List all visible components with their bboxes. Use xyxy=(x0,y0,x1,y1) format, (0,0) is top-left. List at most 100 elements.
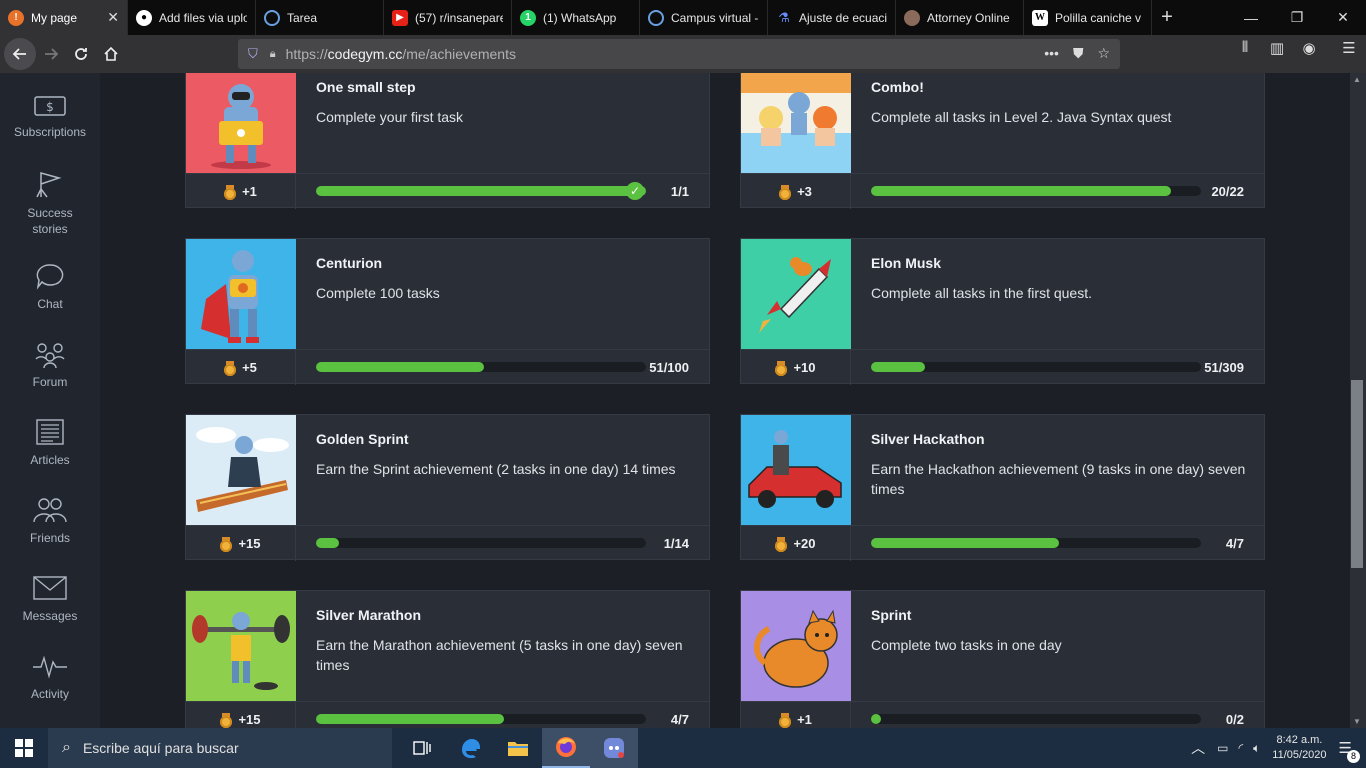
achievement-title: Sprint xyxy=(871,607,912,623)
tab-tarea[interactable]: Tarea xyxy=(256,0,384,35)
search-placeholder: Escribe aquí para buscar xyxy=(82,740,239,756)
tab-label: Tarea xyxy=(287,10,318,25)
reload-icon xyxy=(75,48,87,60)
progress-count: 51/309 xyxy=(1204,360,1244,375)
page-scrollbar[interactable]: ▲ ▼ xyxy=(1350,73,1366,728)
bookmark-star-icon[interactable]: ☆ xyxy=(1097,45,1110,62)
tab-label: My page xyxy=(31,10,78,25)
articles-icon xyxy=(36,419,64,445)
scroll-up-icon[interactable]: ▲ xyxy=(1353,75,1361,84)
battery-icon[interactable]: ▭ xyxy=(1217,741,1228,755)
maximize-button[interactable]: ❐ xyxy=(1274,0,1320,35)
shield-icon[interactable]: ⛉ xyxy=(248,46,258,62)
achievement-card-combo: Combo! Complete all tasks in Level 2. Ja… xyxy=(740,73,1265,209)
progress-count: 1/14 xyxy=(663,536,689,551)
reward-badge: +1 xyxy=(186,174,296,209)
progress-bar xyxy=(316,538,646,548)
achievement-card-one-small-step: One small step Complete your first task … xyxy=(185,73,710,209)
start-button[interactable] xyxy=(0,728,48,768)
taskbar-search-input[interactable]: ⌕ Escribe aquí para buscar xyxy=(48,728,392,768)
tab-ajuste[interactable]: ⚗ Ajuste de ecuaci xyxy=(768,0,896,35)
tab-whatsapp[interactable]: 1 (1) WhatsApp xyxy=(512,0,640,35)
achievement-card-elon-musk: Elon Musk Complete all tasks in the firs… xyxy=(740,238,1265,385)
sidebar-item-label: Forum xyxy=(32,375,68,389)
achievement-card-centurion: Centurion Complete 100 tasks +5 51/100 xyxy=(185,238,710,385)
home-icon xyxy=(104,46,118,61)
page-actions-icon[interactable]: ••• xyxy=(1044,45,1059,62)
new-tab-button[interactable]: + xyxy=(1152,0,1182,35)
youtube-icon: ▶ xyxy=(392,9,408,26)
progress-fill xyxy=(316,538,340,548)
activity-icon xyxy=(33,655,67,679)
url-bar[interactable]: ⛉ 🔒︎ https://codegym.cc/me/achievements … xyxy=(238,39,1120,69)
achievement-title: Silver Hackathon xyxy=(871,431,985,447)
tab-reddit-video[interactable]: ▶ (57) r/insanepare xyxy=(384,0,512,35)
achievement-description: Complete all tasks in Level 2. Java Synt… xyxy=(871,109,1172,125)
account-icon[interactable]: ◉ xyxy=(1298,39,1320,57)
progress-count: 51/100 xyxy=(649,360,689,375)
notifications-icon[interactable]: ☰ 8 xyxy=(1339,739,1360,763)
sidebar-toggle-icon[interactable]: ▥ xyxy=(1266,39,1288,57)
wifi-icon[interactable]: ◜ xyxy=(1238,741,1243,755)
sidebar-item-subscriptions[interactable]: $ Subscriptions xyxy=(0,93,100,139)
system-tray: ︿ ▭ ◜ 🔈︎ 8:42 a.m. 11/05/2020 ☰ 8 xyxy=(1191,728,1366,768)
achievement-description: Complete all tasks in the first quest. xyxy=(871,285,1092,301)
pocket-icon[interactable]: ⛊ xyxy=(1073,45,1084,62)
achievements-list: One small step Complete your first task … xyxy=(100,73,1350,728)
lock-icon[interactable]: 🔒︎ xyxy=(270,48,276,61)
sidebar-item-activity[interactable]: Activity xyxy=(0,651,100,701)
close-tab-icon[interactable]: ✕ xyxy=(107,9,119,26)
browser-nav-bar: ⛉ 🔒︎ https://codegym.cc/me/achievements … xyxy=(0,35,1366,73)
forward-button[interactable] xyxy=(36,39,66,69)
forum-icon xyxy=(35,343,65,369)
volume-icon[interactable]: 🔈︎ xyxy=(1253,741,1260,756)
reward-value: +3 xyxy=(797,184,812,199)
clock[interactable]: 8:42 a.m. 11/05/2020 xyxy=(1272,733,1326,763)
chevron-up-icon[interactable]: ︿ xyxy=(1191,738,1205,758)
minimize-button[interactable]: — xyxy=(1228,0,1274,35)
achievement-image xyxy=(741,591,851,701)
envelope-icon xyxy=(33,576,67,600)
library-icon[interactable]: ⫴ xyxy=(1234,39,1256,57)
discord-app[interactable] xyxy=(590,728,638,768)
tab-label: (57) r/insanepare xyxy=(415,10,503,25)
reward-badge: +3 xyxy=(741,174,851,209)
scrollbar-thumb[interactable] xyxy=(1351,380,1363,568)
menu-icon[interactable]: ☰ xyxy=(1338,39,1360,57)
sidebar-item-forum[interactable]: Forum xyxy=(0,339,100,389)
sidebar-item-messages[interactable]: Messages xyxy=(0,573,100,623)
reward-badge: +20 xyxy=(741,526,851,561)
sidebar-item-success-stories[interactable]: Success stories xyxy=(0,169,100,237)
sidebar-item-chat[interactable]: Chat xyxy=(0,261,100,311)
close-window-button[interactable]: ✕ xyxy=(1320,0,1366,35)
task-view-button[interactable] xyxy=(398,728,446,768)
progress-bar xyxy=(871,186,1201,196)
achievement-image xyxy=(741,239,851,349)
tab-campus-virtual[interactable]: Campus virtual - xyxy=(640,0,768,35)
back-button[interactable] xyxy=(4,38,36,70)
achievement-image xyxy=(186,415,296,525)
scroll-down-icon[interactable]: ▼ xyxy=(1353,717,1361,726)
tab-my-page[interactable]: ! My page ✕ xyxy=(0,0,128,35)
dollar-icon: $ xyxy=(34,96,66,116)
achievement-footer: +3 20/22 xyxy=(741,173,1264,209)
reload-button[interactable] xyxy=(66,39,96,69)
file-explorer-app[interactable] xyxy=(494,728,542,768)
edge-app[interactable] xyxy=(446,728,494,768)
tab-wikipedia[interactable]: W Polilla caniche v xyxy=(1024,0,1152,35)
progress-fill xyxy=(871,186,1171,196)
firefox-app[interactable] xyxy=(542,728,590,768)
folder-icon xyxy=(508,742,528,756)
tab-label: Attorney Online xyxy=(927,10,1010,25)
task-view-icon xyxy=(413,741,431,755)
reward-badge: +1 xyxy=(741,702,851,728)
home-button[interactable] xyxy=(96,39,126,69)
windows-logo-icon xyxy=(15,739,33,757)
progress-bar xyxy=(871,362,1201,372)
progress-bar xyxy=(316,714,646,724)
sidebar-item-friends[interactable]: Friends xyxy=(0,495,100,545)
sidebar-item-articles[interactable]: Articles xyxy=(0,417,100,467)
tab-attorney-online[interactable]: Attorney Online xyxy=(896,0,1024,35)
sidebar-item-label: Articles xyxy=(30,453,70,467)
tab-github[interactable]: ● Add files via uplo xyxy=(128,0,256,35)
